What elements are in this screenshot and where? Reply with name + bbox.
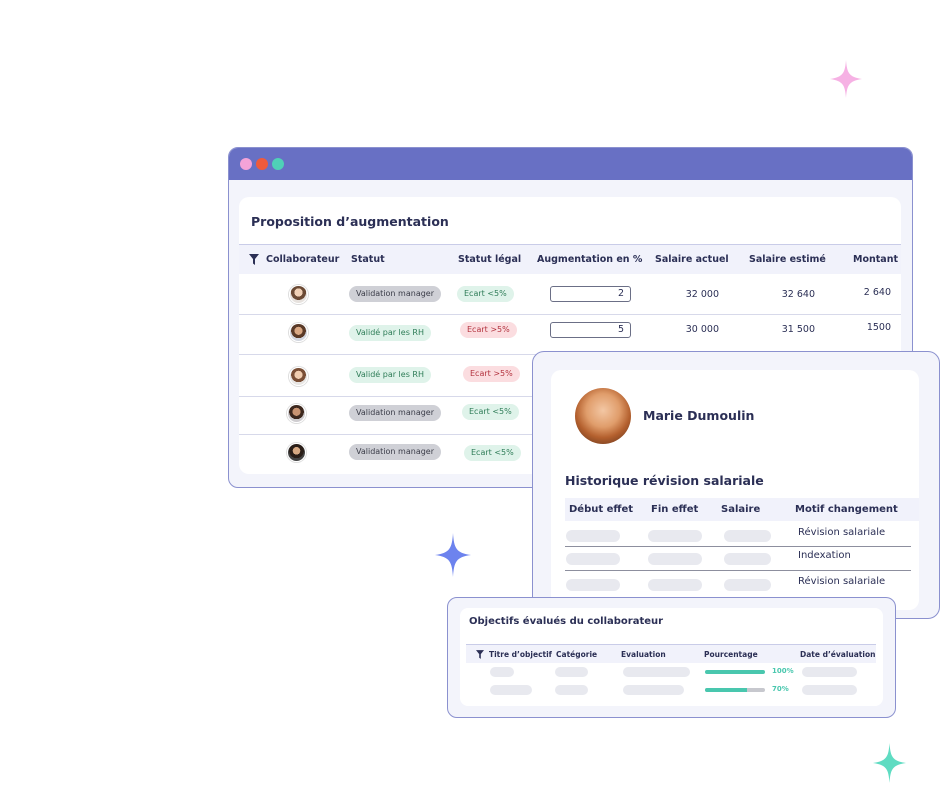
estimated-salary: 32 640 [781,289,815,300]
augmentation-input[interactable]: 2 [550,286,631,302]
window-dot-teal [272,158,284,170]
legal-status-badge: Ecart >5% [460,322,517,338]
col-debut-effet[interactable]: Début effet [569,498,633,521]
placeholder-bar [648,530,702,542]
col-salaire-estime[interactable]: Salaire estimé [749,245,826,275]
blue-sparkle-icon [435,533,471,577]
placeholder-bar [623,685,684,695]
status-badge: Validé par les RH [349,367,431,383]
augmentation-input[interactable]: 5 [550,322,631,338]
estimated-salary: 31 500 [781,324,815,335]
col-montant[interactable]: Montant [853,245,898,275]
avatar [289,323,308,342]
progress-bar [705,670,765,674]
objectives-title: Objectifs évalués du collaborateur [469,616,664,627]
col-augmentation[interactable]: Augmentation en % [537,245,642,275]
placeholder-bar [724,553,771,565]
placeholder-bar [555,685,588,695]
placeholder-bar [490,685,532,695]
legal-status-badge: Ecart <5% [464,445,521,461]
status-badge: Validation manager [349,444,442,460]
col-statut-legal[interactable]: Statut légal [458,245,521,275]
filter-icon[interactable] [476,650,484,661]
table-header: Collaborateur Statut Statut légal Augmen… [239,244,901,274]
history-table-header: Début effet Fin effet Salaire Motif chan… [565,498,919,521]
placeholder-bar [724,530,771,542]
col-evaluation[interactable]: Evaluation [621,645,666,664]
pink-sparkle-icon [830,60,862,98]
objective-row[interactable]: 70% [460,682,883,700]
teal-sparkle-icon [873,743,906,783]
change-reason: Révision salariale [798,576,886,587]
window-dot-red [256,158,268,170]
legal-status-badge: Ecart <5% [462,404,519,420]
placeholder-bar [802,685,857,695]
current-salary: 30 000 [685,324,719,335]
placeholder-bar [802,667,857,677]
salary-history-card: Marie Dumoulin Historique révision salar… [551,370,919,610]
placeholder-bar [566,530,620,542]
history-row[interactable]: Révision salariale [565,523,911,547]
progress-bar [705,688,765,692]
amount: 2 640 [863,287,891,298]
avatar [287,443,306,462]
table-row[interactable]: Validé par les RH Ecart >5% 5 30 000 31 … [239,315,901,355]
window-title-bar [229,148,912,180]
employee-name: Marie Dumoulin [643,408,755,423]
progress-label: 70% [772,685,789,693]
history-row[interactable]: Indexation [565,547,911,571]
col-categorie[interactable]: Catégorie [556,645,597,664]
avatar [287,404,306,423]
col-collaborateur[interactable]: Collaborateur [266,245,339,275]
window-dot-pink [240,158,252,170]
col-titre-objectif[interactable]: Titre d’objectif [489,645,552,664]
change-reason: Révision salariale [798,527,886,538]
placeholder-bar [566,553,620,565]
status-badge: Validation manager [349,286,442,302]
legal-status-badge: Ecart <5% [457,286,514,302]
objectives-table-header: Titre d’objectif Catégorie Evaluation Po… [466,644,876,663]
history-row[interactable]: Révision salariale [565,571,911,595]
placeholder-bar [648,579,702,591]
salary-history-window: Marie Dumoulin Historique révision salar… [532,351,940,619]
employee-photo [575,388,631,444]
objective-row[interactable]: 100% [460,664,883,682]
placeholder-bar [623,667,690,677]
status-badge: Validé par les RH [349,325,431,341]
col-salaire-actuel[interactable]: Salaire actuel [655,245,729,275]
col-fin-effet[interactable]: Fin effet [651,498,698,521]
col-pourcentage[interactable]: Pourcentage [704,645,758,664]
col-statut[interactable]: Statut [351,245,385,275]
col-salaire[interactable]: Salaire [721,498,760,521]
objectives-card: Objectifs évalués du collaborateur Titre… [460,608,883,706]
placeholder-bar [490,667,514,677]
legal-status-badge: Ecart >5% [463,366,520,382]
avatar [289,285,308,304]
objectives-window: Objectifs évalués du collaborateur Titre… [447,597,896,718]
placeholder-bar [555,667,588,677]
filter-icon[interactable] [249,254,259,268]
progress-label: 100% [772,667,794,675]
placeholder-bar [566,579,620,591]
table-row[interactable]: Validation manager Ecart <5% 2 32 000 32… [239,275,901,315]
amount: 1500 [866,322,891,333]
change-reason: Indexation [798,550,851,561]
col-date-evaluation[interactable]: Date d’évaluation [800,645,875,664]
status-badge: Validation manager [349,405,442,421]
col-motif[interactable]: Motif changement [795,498,898,521]
placeholder-bar [648,553,702,565]
current-salary: 32 000 [685,289,719,300]
page-title: Proposition d’augmentation [251,214,449,229]
history-title: Historique révision salariale [565,473,764,488]
avatar [289,367,308,386]
placeholder-bar [724,579,771,591]
